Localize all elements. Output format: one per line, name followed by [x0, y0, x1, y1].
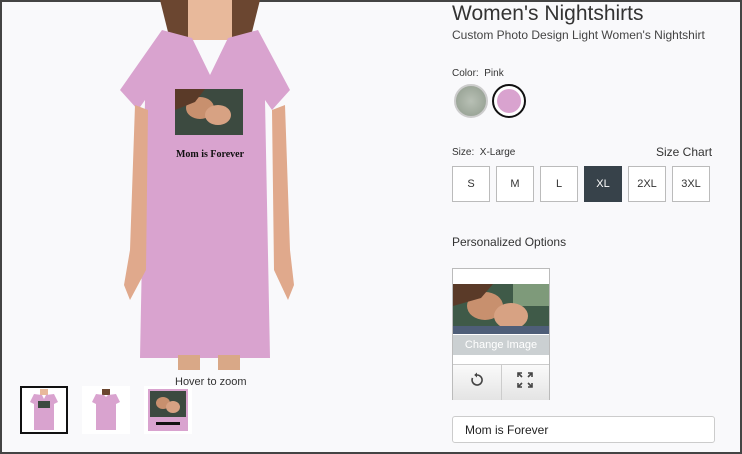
personalized-text-input[interactable]: Mom is Forever	[452, 416, 715, 443]
image-tools	[453, 364, 549, 400]
size-options: S M L XL 2XL 3XL	[452, 166, 710, 202]
thumbnail-strip	[20, 386, 192, 434]
size-button-2xl[interactable]: 2XL	[628, 166, 666, 202]
thumbnail-design[interactable]	[144, 386, 192, 434]
size-selected-value: X-Large	[479, 147, 516, 158]
shirt-print-text: Mom is Forever	[176, 149, 245, 160]
rotate-button[interactable]	[453, 365, 501, 400]
size-button-l[interactable]: L	[540, 166, 578, 202]
color-swatch-pink[interactable]	[492, 84, 526, 118]
personalized-options-heading: Personalized Options	[452, 235, 567, 249]
size-button-xl[interactable]: XL	[584, 166, 622, 202]
photo-upload-card: Change Image	[452, 268, 550, 400]
rotate-icon	[469, 372, 485, 393]
product-subtitle: Custom Photo Design Light Women's Nights…	[452, 28, 705, 42]
color-label: Color: Pink	[452, 68, 504, 79]
change-image-button[interactable]: Change Image	[453, 335, 549, 355]
size-button-3xl[interactable]: 3XL	[672, 166, 710, 202]
color-selected-value: Pink	[484, 68, 504, 79]
color-swatch-gray[interactable]	[454, 84, 488, 118]
size-button-s[interactable]: S	[452, 166, 490, 202]
fullscreen-icon	[517, 372, 534, 393]
uploaded-photo	[453, 284, 549, 334]
thumbnail-back[interactable]	[82, 386, 130, 434]
fullscreen-button[interactable]	[500, 365, 549, 400]
size-label: Size: X-Large	[452, 147, 516, 158]
thumbnail-front[interactable]	[20, 386, 68, 434]
size-button-m[interactable]: M	[496, 166, 534, 202]
product-main-image[interactable]: Mom is Forever	[100, 0, 320, 370]
product-title: Women's Nightshirts	[452, 2, 644, 25]
size-chart-link[interactable]: Size Chart	[656, 145, 712, 159]
